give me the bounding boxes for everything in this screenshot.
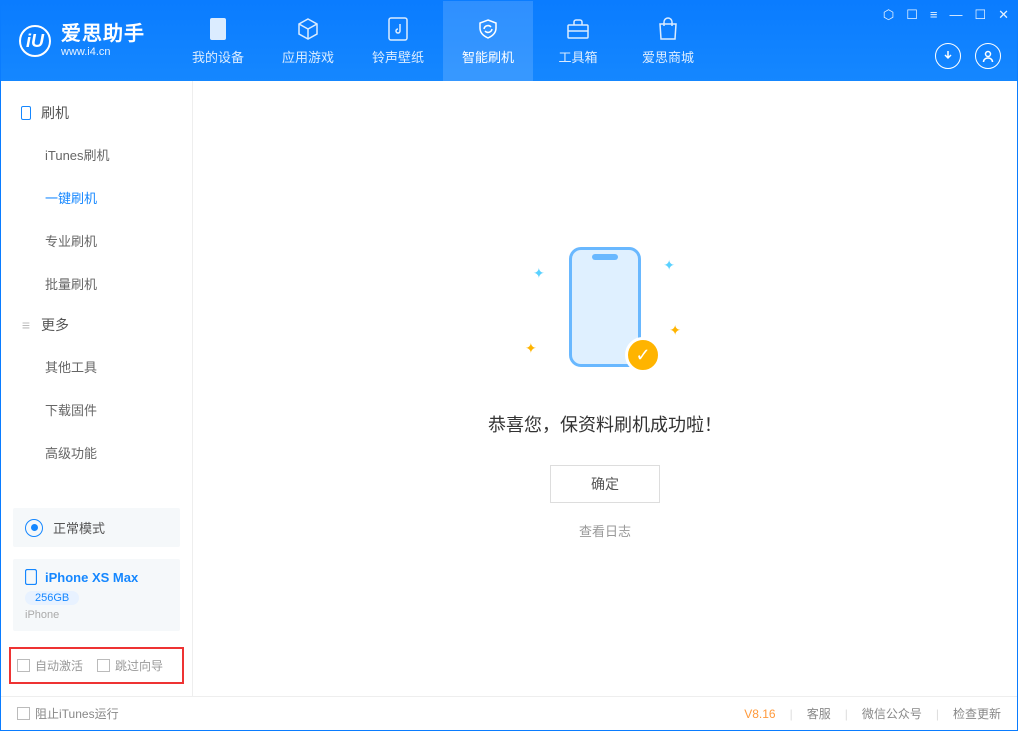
sidebar-section-flash: 刷机 (1, 93, 192, 133)
cb-label: 阻止iTunes运行 (35, 705, 119, 722)
nav-label: 铃声壁纸 (372, 47, 424, 66)
sidebar-item-other[interactable]: 其他工具 (1, 345, 192, 388)
body: 刷机 iTunes刷机 一键刷机 专业刷机 批量刷机 ≡ 更多 其他工具 下载固… (1, 81, 1017, 696)
logo-text: 爱思助手 www.i4.cn (61, 22, 145, 59)
phone-icon (25, 569, 37, 585)
sidebar: 刷机 iTunes刷机 一键刷机 专业刷机 批量刷机 ≡ 更多 其他工具 下载固… (1, 81, 193, 696)
device-capacity: 256GB (25, 591, 79, 605)
menu-icon[interactable]: ≡ (930, 7, 938, 23)
list-icon: ≡ (19, 318, 33, 332)
phone-small-icon (19, 106, 33, 120)
device-icon (206, 17, 230, 41)
window-controls: ⬡ ☐ ≡ — ☐ ✕ (883, 7, 1009, 23)
logo: iU 爱思助手 www.i4.cn (1, 22, 163, 59)
nav-my-device[interactable]: 我的设备 (173, 1, 263, 81)
nav-label: 爱思商城 (642, 47, 694, 66)
checkbox-block-itunes[interactable]: 阻止iTunes运行 (17, 705, 119, 722)
ok-button[interactable]: 确定 (550, 465, 660, 503)
version-label: V8.16 (744, 707, 775, 721)
app-window: iU 爱思助手 www.i4.cn 我的设备 应用游戏 铃声壁纸 智能刷机 (0, 0, 1018, 731)
sidebar-item-onekey[interactable]: 一键刷机 (1, 176, 192, 219)
nav-label: 工具箱 (558, 47, 597, 66)
nav-label: 应用游戏 (282, 47, 334, 66)
user-button[interactable] (975, 43, 1001, 69)
footer: 阻止iTunes运行 V8.16 | 客服 | 微信公众号 | 检查更新 (1, 696, 1017, 730)
close-button[interactable]: ✕ (998, 7, 1009, 23)
sidebar-item-pro[interactable]: 专业刷机 (1, 219, 192, 262)
toolbox-icon (566, 17, 590, 41)
checkbox-skip-guide[interactable]: 跳过向导 (97, 657, 163, 674)
nav-toolbox[interactable]: 工具箱 (533, 1, 623, 81)
sparkle-icon: ✦ (533, 265, 545, 282)
view-log-link[interactable]: 查看日志 (579, 521, 631, 540)
section-label: 刷机 (41, 103, 69, 123)
nav-apps-games[interactable]: 应用游戏 (263, 1, 353, 81)
sidebar-item-firmware[interactable]: 下载固件 (1, 388, 192, 431)
sidebar-item-itunes[interactable]: iTunes刷机 (1, 133, 192, 176)
sparkle-icon: ✦ (663, 257, 675, 274)
nav-ring-wall[interactable]: 铃声壁纸 (353, 1, 443, 81)
logo-icon: iU (19, 25, 51, 57)
header-right (935, 43, 1001, 69)
top-nav: 我的设备 应用游戏 铃声壁纸 智能刷机 工具箱 爱思商城 (173, 1, 713, 81)
sidebar-item-batch[interactable]: 批量刷机 (1, 262, 192, 305)
success-illustration: ✦ ✦ ✦ ✦ ✓ (525, 237, 685, 387)
download-button[interactable] (935, 43, 961, 69)
bag-icon (656, 17, 680, 41)
checkbox-highlight-row: 自动激活 跳过向导 (9, 647, 184, 684)
sparkle-icon: ✦ (669, 322, 681, 339)
wechat-link[interactable]: 微信公众号 (862, 705, 922, 722)
sparkle-icon: ✦ (525, 340, 537, 357)
check-badge-icon: ✓ (625, 337, 661, 373)
device-mode-box[interactable]: 正常模式 (13, 508, 180, 547)
skin-icon[interactable]: ⬡ (883, 7, 894, 23)
nav-label: 智能刷机 (462, 47, 514, 66)
cb-label: 自动激活 (35, 657, 83, 674)
nav-smart-flash[interactable]: 智能刷机 (443, 1, 533, 81)
device-name: iPhone XS Max (45, 570, 138, 585)
mode-label: 正常模式 (53, 518, 105, 537)
app-title: 爱思助手 (61, 22, 145, 46)
sidebar-item-advanced[interactable]: 高级功能 (1, 431, 192, 474)
refresh-shield-icon (476, 17, 500, 41)
device-type: iPhone (25, 609, 168, 621)
success-message: 恭喜您，保资料刷机成功啦！ (488, 411, 722, 437)
cb-label: 跳过向导 (115, 657, 163, 674)
music-file-icon (386, 17, 410, 41)
section-label: 更多 (41, 315, 69, 335)
maximize-button[interactable]: ☐ (974, 7, 986, 23)
app-subtitle: www.i4.cn (61, 46, 145, 59)
header: iU 爱思助手 www.i4.cn 我的设备 应用游戏 铃声壁纸 智能刷机 (1, 1, 1017, 81)
main-content: ✦ ✦ ✦ ✦ ✓ 恭喜您，保资料刷机成功啦！ 确定 查看日志 (193, 81, 1017, 696)
checkbox-auto-activate[interactable]: 自动激活 (17, 657, 83, 674)
sidebar-section-more: ≡ 更多 (1, 305, 192, 345)
feedback-icon[interactable]: ☐ (906, 7, 918, 23)
cube-icon (296, 17, 320, 41)
device-info-box[interactable]: iPhone XS Max 256GB iPhone (13, 559, 180, 631)
check-update-link[interactable]: 检查更新 (953, 705, 1001, 722)
nav-label: 我的设备 (192, 47, 244, 66)
support-link[interactable]: 客服 (807, 705, 831, 722)
nav-store[interactable]: 爱思商城 (623, 1, 713, 81)
mode-icon (25, 519, 43, 537)
minimize-button[interactable]: — (949, 7, 962, 23)
footer-right: V8.16 | 客服 | 微信公众号 | 检查更新 (744, 705, 1001, 722)
